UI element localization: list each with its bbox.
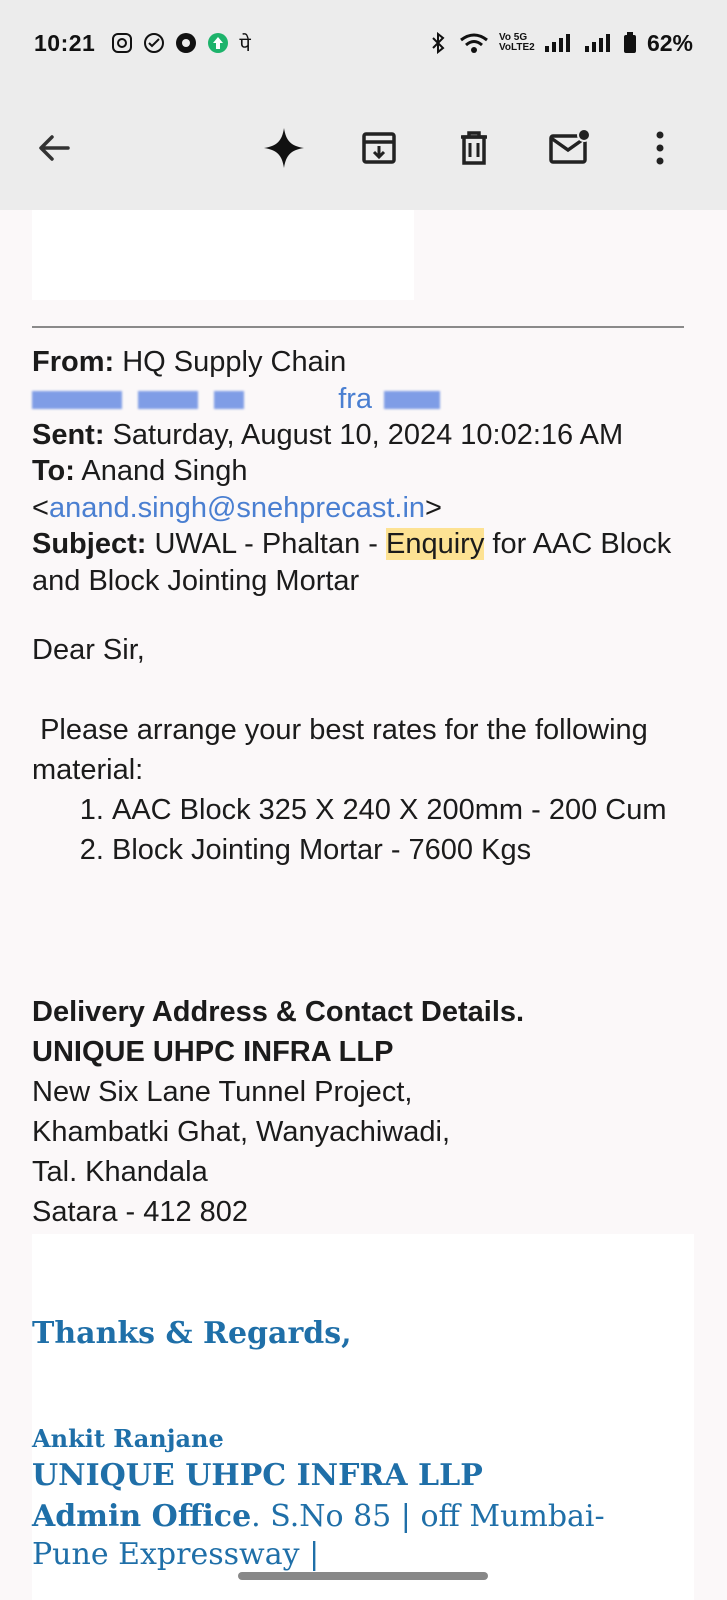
signature-thanks: Thanks & Regards, bbox=[32, 1316, 352, 1351]
signal-icon-2 bbox=[584, 34, 610, 52]
notification-icons: पे bbox=[111, 30, 251, 57]
header-divider bbox=[32, 326, 684, 328]
signature-company: UNIQUE UHPC INFRA LLP bbox=[32, 1458, 483, 1493]
vpn-icon bbox=[208, 33, 229, 53]
archive-button[interactable] bbox=[353, 122, 405, 174]
angle-close: > bbox=[425, 491, 442, 524]
redacted-email-part bbox=[138, 390, 199, 409]
material-list: AAC Block 325 X 240 X 200mm - 200 Cum Bl… bbox=[32, 790, 692, 870]
company-name: UNIQUE UHPC INFRA LLP bbox=[32, 1036, 394, 1068]
subject-label: Subject: bbox=[32, 528, 147, 560]
from-label: From: bbox=[32, 346, 115, 378]
office-label: Admin Office bbox=[32, 1499, 252, 1534]
system-icons: Vo 5G VoLTE2 62% bbox=[427, 30, 693, 57]
signal-icon bbox=[544, 34, 570, 52]
delete-icon bbox=[461, 131, 487, 165]
signature-office: Admin Office. S.No 85 | off Mumbai-Pune … bbox=[32, 1498, 672, 1574]
wifi-icon bbox=[460, 33, 488, 53]
to-email-row: <anand.singh@snehprecast.in> bbox=[32, 490, 692, 527]
from-value: HQ Supply Chain bbox=[122, 346, 347, 378]
delivery-heading: Delivery Address & Contact Details. bbox=[32, 996, 525, 1028]
address-line: New Six Lane Tunnel Project, bbox=[32, 1076, 413, 1108]
sent-value: Saturday, August 10, 2024 10:02:16 AM bbox=[112, 418, 624, 451]
status-bar: 10:21 पे Vo 5G VoLTE2 62% bbox=[0, 0, 727, 86]
to-email-link[interactable]: anand.singh@snehprecast.in bbox=[49, 492, 425, 524]
chrome-icon bbox=[176, 33, 197, 53]
archive-icon bbox=[362, 132, 396, 164]
to-row: To: Anand Singh bbox=[32, 453, 692, 490]
from-email-visible[interactable]: fra bbox=[338, 383, 372, 415]
app-bar bbox=[0, 86, 727, 210]
delete-button[interactable] bbox=[448, 122, 500, 174]
redacted-email-part bbox=[214, 390, 245, 409]
sent-row: Sent: Saturday, August 10, 2024 10:02:16… bbox=[32, 417, 692, 454]
home-indicator[interactable] bbox=[238, 1572, 488, 1580]
list-item: Block Jointing Mortar - 7600 Kgs bbox=[112, 830, 692, 870]
redacted-email-part bbox=[384, 390, 441, 409]
email-body: Please arrange your best rates for the f… bbox=[32, 710, 692, 870]
mark-unread-icon bbox=[549, 128, 591, 164]
sent-label: Sent: bbox=[32, 418, 105, 451]
status-time: 10:21 bbox=[34, 29, 96, 56]
address-line: Satara - 412 802 bbox=[32, 1196, 249, 1228]
angle-open: < bbox=[32, 491, 49, 524]
address-line: Khambatki Ghat, Wanyachiwadi, bbox=[32, 1116, 451, 1148]
instagram-icon bbox=[112, 33, 133, 53]
sparkle-icon bbox=[264, 128, 304, 168]
list-item: AAC Block 325 X 240 X 200mm - 200 Cum bbox=[112, 790, 692, 830]
signature-name: Ankit Ranjane bbox=[32, 1424, 224, 1453]
check-circle-icon bbox=[144, 33, 165, 53]
back-button[interactable] bbox=[28, 122, 80, 174]
address-line: Tal. Khandala bbox=[32, 1156, 208, 1188]
gemini-button[interactable] bbox=[258, 122, 310, 174]
greeting: Dear Sir, bbox=[32, 634, 145, 666]
battery-icon bbox=[623, 32, 636, 53]
bluetooth-icon bbox=[432, 32, 445, 54]
to-label: To: bbox=[32, 455, 75, 487]
subject-highlight: Enquiry bbox=[386, 528, 485, 560]
from-row: From: HQ Supply Chain bbox=[32, 344, 692, 381]
more-vert-icon bbox=[656, 131, 664, 165]
embedded-image-area bbox=[32, 210, 414, 300]
more-options-button[interactable] bbox=[634, 122, 686, 174]
subject-pre: UWAL - Phaltan - bbox=[154, 528, 378, 560]
to-name: Anand Singh bbox=[81, 455, 248, 487]
subject-row: Subject: UWAL - Phaltan - Enquiry for AA… bbox=[32, 526, 692, 599]
redacted-email-part bbox=[32, 390, 122, 409]
battery-level: 62% bbox=[646, 29, 693, 56]
email-header-meta: From: HQ Supply Chain fra Sent: Saturday… bbox=[32, 344, 692, 599]
mark-unread-button[interactable] bbox=[543, 122, 595, 174]
email-content: From: HQ Supply Chain fra Sent: Saturday… bbox=[0, 210, 727, 1600]
delivery-address: Delivery Address & Contact Details. UNIQ… bbox=[32, 992, 692, 1232]
intro-text: Please arrange your best rates for the f… bbox=[32, 714, 656, 786]
back-arrow-icon bbox=[39, 135, 70, 161]
phonepe-icon: पे bbox=[239, 31, 251, 56]
network-type-label: Vo 5G VoLTE2 bbox=[498, 32, 535, 53]
signature-block: Thanks & Regards, Ankit Ranjane UNIQUE U… bbox=[32, 1234, 694, 1600]
from-email-row: fra bbox=[32, 381, 692, 417]
